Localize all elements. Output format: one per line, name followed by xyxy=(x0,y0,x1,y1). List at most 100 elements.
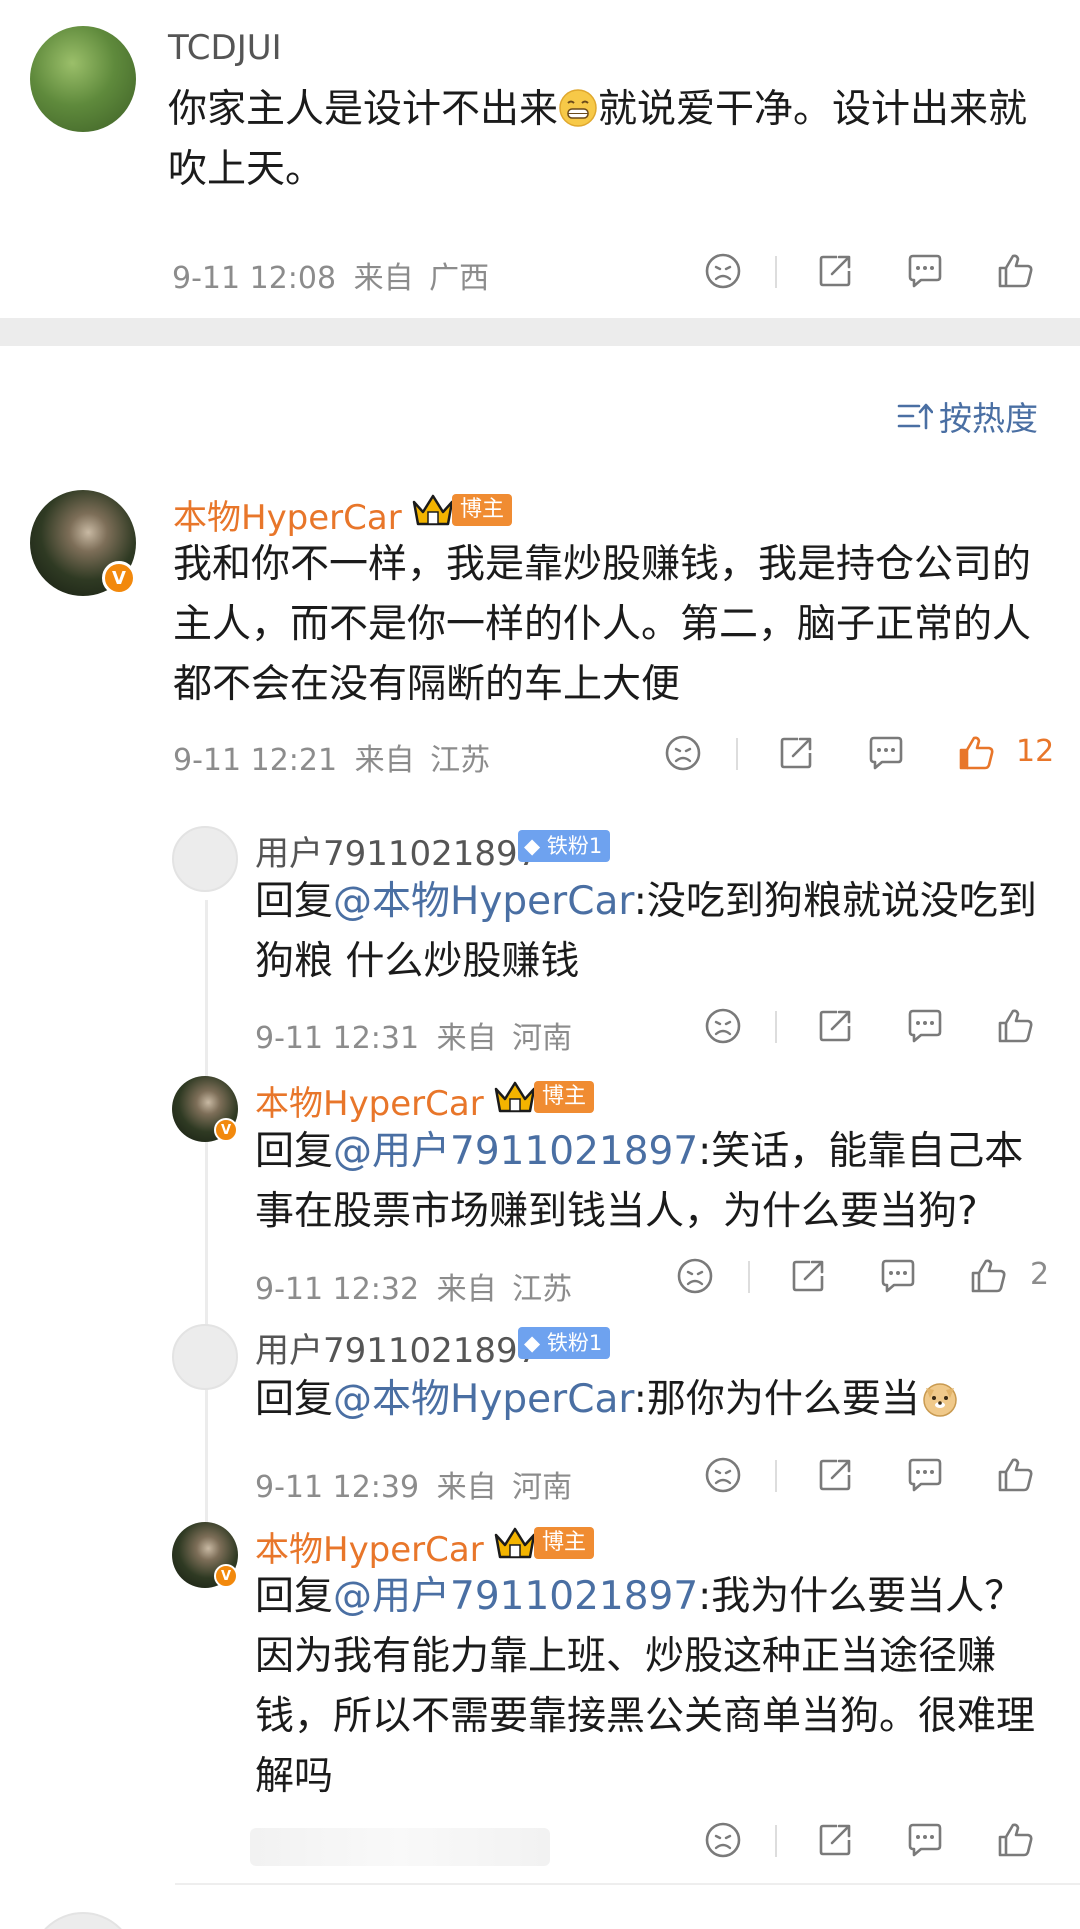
reply-prefix: 回复 xyxy=(255,1377,334,1422)
diamond-icon: ◆ xyxy=(524,834,541,858)
comment-meta: 9-11 12:21 来自 江苏 xyxy=(173,735,490,779)
reply-meta: 9-11 12:32 来自 江苏 xyxy=(255,1264,572,1308)
dislike-icon[interactable] xyxy=(700,1452,746,1498)
avatar[interactable] xyxy=(30,1912,136,1929)
username[interactable]: 本物HyperCar xyxy=(255,1522,484,1571)
crown-icon xyxy=(412,494,454,526)
comment-icon[interactable] xyxy=(902,248,948,294)
dislike-icon[interactable] xyxy=(700,1003,746,1049)
dislike-icon[interactable] xyxy=(672,1253,718,1299)
comment-text-part: 你家主人是设计不出来 xyxy=(168,87,559,132)
mention-link[interactable]: @本物HyperCar xyxy=(333,879,634,924)
like-icon[interactable] xyxy=(992,248,1038,294)
blogger-badge-label: 博主 xyxy=(534,1527,595,1559)
like-icon[interactable] xyxy=(992,1452,1038,1498)
action-bar xyxy=(700,1817,1040,1867)
reply-meta: 9-11 12:31 来自 河南 xyxy=(255,1013,572,1057)
comment-icon[interactable] xyxy=(902,1817,948,1863)
reply-prefix: 回复 xyxy=(255,1574,334,1619)
username[interactable]: 用户7911021897 xyxy=(255,1323,539,1372)
crown-icon xyxy=(494,1527,536,1559)
username[interactable]: 本物HyperCar xyxy=(255,1076,484,1125)
username[interactable]: 用户7911021897 xyxy=(255,826,539,875)
action-bar: 2 xyxy=(672,1253,1072,1303)
timestamp: 9-11 12:39 xyxy=(255,1470,420,1505)
share-icon[interactable] xyxy=(812,1003,858,1049)
comment-text: 你家主人是设计不出来 就说爱干净。设计出来就吹上天。 xyxy=(168,80,1048,200)
share-icon[interactable] xyxy=(812,248,858,294)
avatar[interactable] xyxy=(30,26,136,132)
from-label: 来自 xyxy=(354,743,415,778)
reply-text: 回复@用户7911021897:我为什么要当人？因为我有能力靠上班、炒股这种正当… xyxy=(255,1567,1055,1807)
location: 河南 xyxy=(512,1021,573,1056)
verified-badge-icon: V xyxy=(102,561,136,595)
like-icon[interactable] xyxy=(953,730,999,776)
fan-badge: ◆ 铁粉1 xyxy=(518,1327,611,1359)
username[interactable]: 本物HyperCar xyxy=(173,490,402,539)
comment-icon[interactable] xyxy=(875,1253,921,1299)
from-label: 来自 xyxy=(436,1021,497,1056)
divider xyxy=(775,256,777,288)
dislike-icon[interactable] xyxy=(700,248,746,294)
verified-badge-icon: V xyxy=(214,1564,238,1588)
mention-link[interactable]: @用户7911021897 xyxy=(333,1574,698,1619)
share-icon[interactable] xyxy=(773,730,819,776)
comment-icon[interactable] xyxy=(902,1452,948,1498)
reply-meta: 9-11 12:39 来自 河南 xyxy=(255,1462,572,1506)
mention-link[interactable]: @用户7911021897 xyxy=(333,1129,698,1174)
fan-badge: ◆ 铁粉1 xyxy=(518,830,611,862)
action-bar: 12 xyxy=(660,730,1060,780)
grin-emoji-icon xyxy=(558,86,598,127)
sort-button[interactable]: 按热度 xyxy=(897,392,1038,440)
blurred-meta xyxy=(250,1828,550,1866)
share-icon[interactable] xyxy=(812,1817,858,1863)
divider xyxy=(748,1261,750,1293)
reply-text: 回复@本物HyperCar:没吃到狗粮就说没吃到狗粮 什么炒股赚钱 xyxy=(255,872,1055,992)
avatar[interactable] xyxy=(172,826,238,892)
from-label: 来自 xyxy=(436,1272,497,1307)
location: 江苏 xyxy=(430,743,491,778)
dislike-icon[interactable] xyxy=(700,1817,746,1863)
action-bar xyxy=(700,1003,1040,1053)
divider xyxy=(736,738,738,770)
timestamp: 9-11 12:32 xyxy=(255,1272,420,1307)
like-icon[interactable] xyxy=(992,1817,1038,1863)
reply-prefix: 回复 xyxy=(255,1129,334,1174)
reply-text: 回复@本物HyperCar:那你为什么要当 xyxy=(255,1370,1055,1430)
dislike-icon[interactable] xyxy=(660,730,706,776)
blogger-badge: 博主 xyxy=(492,1077,595,1117)
location: 广西 xyxy=(429,261,490,296)
thread-line xyxy=(205,900,208,1580)
verified-badge-icon: V xyxy=(214,1118,238,1142)
action-bar xyxy=(700,248,1040,298)
reply-prefix: 回复 xyxy=(255,879,334,924)
like-count: 2 xyxy=(1030,1257,1050,1292)
blogger-badge: 博主 xyxy=(492,1523,595,1563)
fan-badge-label: 铁粉1 xyxy=(546,834,603,858)
comment-text: 我和你不一样，我是靠炒股赚钱，我是持仓公司的主人，而不是你一样的仆人。第二，脑子… xyxy=(173,542,1032,707)
timestamp: 9-11 12:21 xyxy=(173,743,338,778)
divider xyxy=(775,1011,777,1043)
section-divider xyxy=(0,318,1080,346)
timestamp: 9-11 12:31 xyxy=(255,1021,420,1056)
share-icon[interactable] xyxy=(785,1253,831,1299)
reply-text: 回复@用户7911021897:笑话，能靠自己本事在股票市场赚到钱当人，为什么要… xyxy=(255,1122,1055,1242)
location: 河南 xyxy=(512,1470,573,1505)
share-icon[interactable] xyxy=(812,1452,858,1498)
doge-emoji-icon xyxy=(920,1376,960,1417)
mention-link[interactable]: @本物HyperCar xyxy=(333,1377,634,1422)
avatar[interactable] xyxy=(172,1324,238,1390)
fan-badge-label: 铁粉1 xyxy=(546,1331,603,1355)
blogger-badge-label: 博主 xyxy=(452,494,513,526)
comment-icon[interactable] xyxy=(902,1003,948,1049)
like-count: 12 xyxy=(1016,734,1055,769)
blogger-badge-label: 博主 xyxy=(534,1081,595,1113)
from-label: 来自 xyxy=(436,1470,497,1505)
comment-icon[interactable] xyxy=(863,730,909,776)
like-icon[interactable] xyxy=(965,1253,1011,1299)
location: 江苏 xyxy=(512,1272,573,1307)
username[interactable]: TCDJUI xyxy=(168,28,282,68)
from-label: 来自 xyxy=(353,261,414,296)
like-icon[interactable] xyxy=(992,1003,1038,1049)
crown-icon xyxy=(494,1081,536,1113)
